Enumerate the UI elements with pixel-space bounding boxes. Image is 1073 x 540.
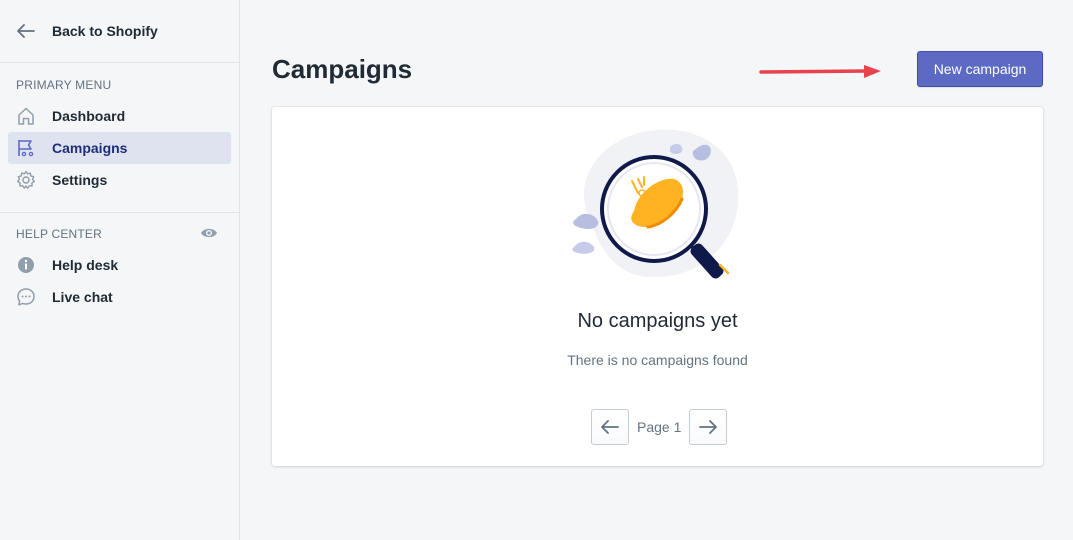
sidebar-item-label: Settings — [52, 172, 108, 188]
annotation-arrow-icon — [759, 65, 881, 78]
arrow-right-icon — [699, 420, 718, 434]
sidebar-item-campaigns[interactable]: Campaigns — [8, 132, 231, 164]
arrow-left-icon — [601, 420, 619, 434]
back-label: Back to Shopify — [52, 23, 158, 39]
sidebar-item-live-chat[interactable]: Live chat — [8, 281, 231, 313]
home-icon — [16, 106, 36, 126]
sidebar: Back to Shopify PRIMARY MENU Dashboard C… — [0, 0, 240, 540]
sidebar-item-label: Campaigns — [52, 140, 128, 156]
empty-state-title: No campaigns yet — [577, 310, 738, 332]
new-campaign-button[interactable]: New campaign — [917, 51, 1043, 87]
pagination: Page 1 — [591, 409, 728, 445]
back-to-shopify-link[interactable]: Back to Shopify — [0, 0, 239, 63]
previous-page-button[interactable] — [591, 409, 629, 445]
page-title: Campaigns — [272, 54, 413, 84]
help-center-title: HELP CENTER — [16, 227, 103, 241]
eye-icon[interactable] — [200, 224, 218, 242]
flag-icon — [16, 138, 36, 158]
primary-menu-title: PRIMARY MENU — [16, 78, 112, 92]
sidebar-item-dashboard[interactable]: Dashboard — [8, 100, 231, 132]
gear-icon — [16, 170, 36, 190]
sidebar-item-help-desk[interactable]: Help desk — [8, 249, 231, 281]
empty-state-subtitle: There is no campaigns found — [567, 352, 748, 368]
arrow-left-icon — [16, 21, 36, 41]
info-icon — [16, 255, 36, 275]
sidebar-item-settings[interactable]: Settings — [8, 164, 231, 196]
chat-icon — [16, 287, 36, 307]
sidebar-divider — [0, 212, 239, 213]
page-indicator: Page 1 — [637, 419, 682, 435]
sidebar-item-label: Live chat — [52, 289, 113, 305]
sidebar-item-label: Help desk — [52, 257, 119, 273]
magnifier-illustration-icon — [572, 129, 739, 279]
next-page-button[interactable] — [689, 409, 728, 445]
sidebar-item-label: Dashboard — [52, 108, 126, 124]
campaigns-card: No campaigns yet There is no campaigns f… — [272, 107, 1043, 466]
